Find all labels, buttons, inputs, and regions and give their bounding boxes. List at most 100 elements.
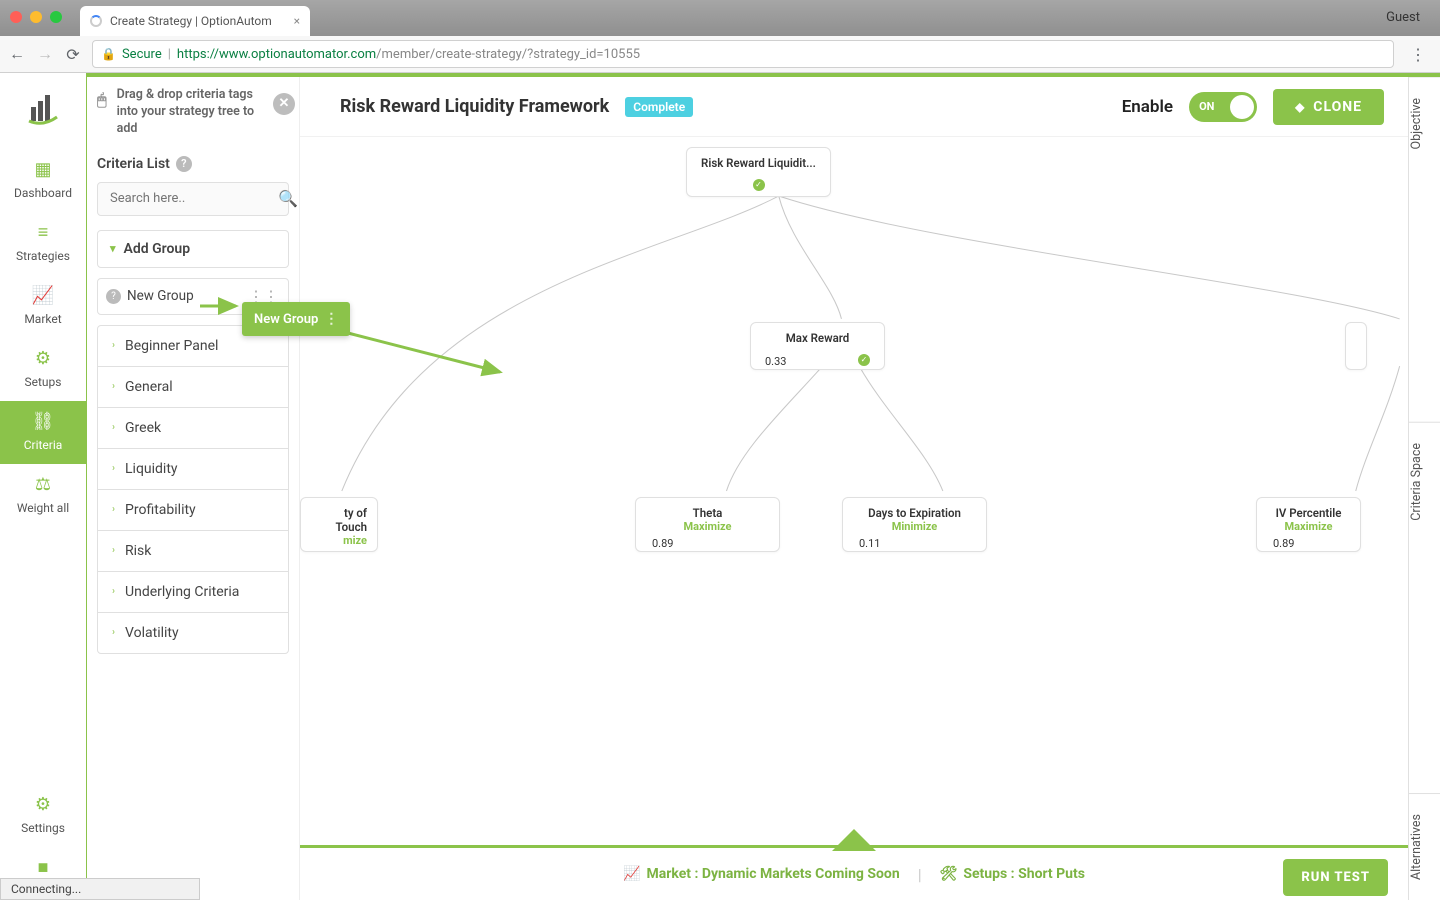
node-value: 0.33: [765, 355, 786, 368]
guide-arrow-icon: [198, 293, 242, 319]
close-hint-button[interactable]: ✕: [273, 93, 295, 115]
back-icon[interactable]: ←: [8, 44, 26, 64]
search-input[interactable]: [108, 190, 278, 207]
chevron-right-icon: ›: [112, 422, 115, 433]
help-icon[interactable]: ?: [106, 289, 121, 304]
cat-volatility[interactable]: › Volatility: [98, 612, 288, 653]
drag-ghost: New Group ⋮: [242, 302, 350, 336]
scale-icon: ⚖: [35, 474, 51, 495]
tab-alternatives[interactable]: Alternatives: [1409, 793, 1440, 900]
nav-weight-all[interactable]: ⚖ Weight all: [0, 464, 86, 527]
gear-icon: ⚙: [35, 794, 51, 815]
cat-label: Volatility: [125, 625, 179, 641]
clone-button[interactable]: ◆ CLONE: [1273, 89, 1384, 125]
nav-market[interactable]: 📈 Market: [0, 275, 86, 338]
browser-tabbar: Create Strategy | OptionAutom × Guest: [0, 0, 1440, 36]
chevron-right-icon: ›: [112, 340, 115, 351]
reload-icon[interactable]: ⟳: [64, 45, 82, 64]
cat-liquidity[interactable]: › Liquidity: [98, 448, 288, 489]
lock-icon: 🔒: [101, 47, 116, 61]
diamond-icon: ◆: [1295, 100, 1305, 114]
search-icon[interactable]: 🔍: [278, 189, 298, 208]
address-bar[interactable]: 🔒 Secure | https://www.optionautomator.c…: [92, 40, 1394, 68]
nav-settings[interactable]: ⚙ Settings: [0, 784, 86, 847]
window-controls[interactable]: [10, 11, 62, 23]
secure-label: Secure: [122, 47, 162, 62]
check-icon: ✓: [858, 354, 870, 366]
tree-node-touch[interactable]: ty of Touch mize: [300, 497, 378, 552]
tree-node-days[interactable]: Days to Expiration Minimize 0.11: [842, 497, 987, 552]
minimize-window-icon[interactable]: [30, 11, 42, 23]
maximize-window-icon[interactable]: [50, 11, 62, 23]
market-label: Market : Dynamic Markets Coming Soon: [646, 866, 899, 882]
cat-label: Underlying Criteria: [125, 584, 239, 600]
node-value: 0.89: [1267, 537, 1350, 550]
hint-text: Drag & drop criteria tags into your stra…: [117, 87, 271, 138]
nav-label: Setups: [25, 375, 62, 389]
chart-icon: 📈: [32, 285, 54, 306]
video-icon: ■: [38, 857, 49, 878]
cat-label: Profitability: [125, 502, 196, 518]
setups-info[interactable]: 🛠 Setups : Short Puts: [940, 866, 1085, 882]
strategy-canvas[interactable]: Risk Reward Liquidit... ✓ Max Reward 0.3…: [300, 137, 1408, 845]
chevron-down-icon: ▾: [110, 242, 116, 255]
run-test-button[interactable]: RUN TEST: [1283, 859, 1388, 896]
hint-row: 🖱 Drag & drop criteria tags into your st…: [97, 87, 289, 138]
toggle-knob-icon: [1230, 95, 1254, 119]
tab-criteria-space[interactable]: Criteria Space: [1409, 422, 1440, 541]
close-window-icon[interactable]: [10, 11, 22, 23]
setups-icon: 🛠: [940, 866, 958, 882]
browser-menu-icon[interactable]: ⋮: [1404, 45, 1432, 64]
nav-dashboard[interactable]: ▦ Dashboard: [0, 149, 86, 212]
help-icon[interactable]: ?: [176, 156, 192, 172]
setups-icon: ⚙: [35, 348, 51, 369]
add-group-row[interactable]: ▾ Add Group: [97, 230, 289, 268]
tree-node-root[interactable]: Risk Reward Liquidit... ✓: [686, 147, 831, 197]
tree-node-theta[interactable]: Theta Maximize 0.89: [635, 497, 780, 552]
new-group-label: New Group: [127, 288, 194, 304]
nav-strategies[interactable]: ≡ Strategies: [0, 212, 86, 275]
browser-chrome: Create Strategy | OptionAutom × Guest ← …: [0, 0, 1440, 73]
tree-node-partial[interactable]: [1345, 322, 1367, 370]
loading-spinner-icon: [90, 15, 102, 27]
app-logo[interactable]: [23, 87, 63, 127]
tab-title: Create Strategy | OptionAutom: [110, 14, 272, 28]
cat-general[interactable]: ›General: [98, 366, 288, 407]
cat-greek[interactable]: ›Greek: [98, 407, 288, 448]
cat-label: Liquidity: [125, 461, 178, 477]
criteria-list-label: Criteria List: [97, 156, 170, 172]
cat-underlying[interactable]: ›Underlying Criteria: [98, 571, 288, 612]
node-tag: Maximize: [646, 520, 769, 533]
tab-objective[interactable]: Objective: [1409, 77, 1440, 170]
browser-status-bar: Connecting...: [0, 878, 200, 900]
check-icon: ✓: [753, 179, 765, 191]
add-group-label: Add Group: [124, 241, 191, 257]
node-title: ty of Touch: [311, 506, 367, 534]
url: https://www.optionautomator.com/member/c…: [177, 47, 640, 62]
node-title: Max Reward: [761, 331, 874, 345]
grid-icon: ▦: [34, 159, 51, 180]
mouse-icon: 🖱: [97, 89, 107, 138]
node-value: 0.11: [853, 537, 976, 550]
nav-criteria[interactable]: ⛓ Criteria: [0, 401, 86, 464]
enable-toggle[interactable]: ON: [1189, 92, 1257, 122]
nav-label: Dashboard: [14, 186, 72, 200]
cat-profitability[interactable]: ›Profitability: [98, 489, 288, 530]
bottom-bar: 📈 Market : Dynamic Markets Coming Soon |…: [300, 845, 1408, 900]
chart-icon: 📈: [623, 866, 640, 882]
tree-node-max-reward[interactable]: Max Reward 0.33 ✓: [750, 322, 885, 370]
market-info[interactable]: 📈 Market : Dynamic Markets Coming Soon: [623, 866, 900, 882]
cat-risk[interactable]: ›Risk: [98, 530, 288, 571]
criteria-search[interactable]: 🔍: [97, 182, 289, 216]
main-area: Risk Reward Liquidity Framework Complete…: [300, 77, 1408, 900]
nav-label: Settings: [21, 821, 65, 835]
nav-label: Criteria: [24, 438, 63, 452]
tree-node-iv[interactable]: IV Percentile Maximize 0.89: [1256, 497, 1361, 552]
chevron-right-icon: ›: [112, 463, 115, 474]
nav-setups[interactable]: ⚙ Setups: [0, 338, 86, 401]
profile-label[interactable]: Guest: [1386, 10, 1420, 25]
tab-close-icon[interactable]: ×: [294, 14, 300, 28]
browser-tab[interactable]: Create Strategy | OptionAutom ×: [80, 6, 310, 36]
chevron-right-icon: ›: [112, 627, 115, 638]
setups-label: Setups : Short Puts: [963, 866, 1085, 882]
